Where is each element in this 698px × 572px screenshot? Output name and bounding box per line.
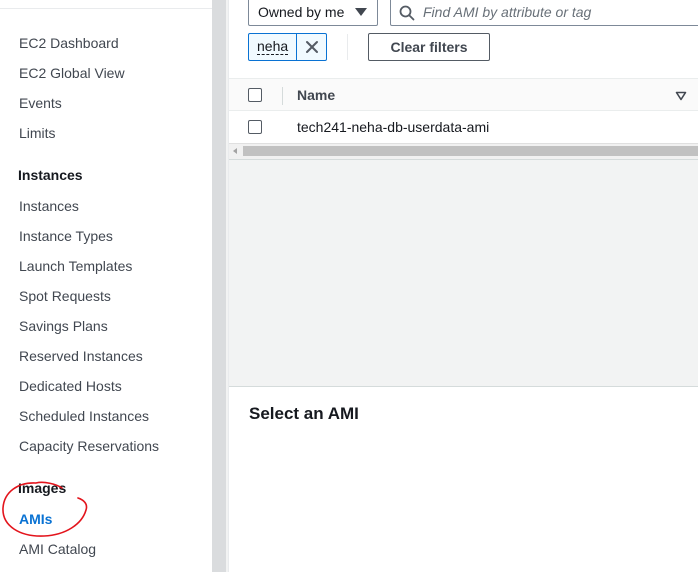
sidebar-item-savings-plans[interactable]: Savings Plans	[19, 318, 108, 334]
row-select-checkbox[interactable]	[248, 120, 262, 134]
sidebar-item-ec2-global-view[interactable]: EC2 Global View	[19, 65, 125, 81]
sidebar-item-limits[interactable]: Limits	[19, 125, 56, 141]
details-split-border[interactable]	[229, 386, 698, 387]
sidebar-item-instances[interactable]: Instances	[19, 198, 79, 214]
sidebar-item-instance-types[interactable]: Instance Types	[19, 228, 113, 244]
sidebar-item-scheduled-instances[interactable]: Scheduled Instances	[19, 408, 149, 424]
sidebar-item-dedicated-hosts[interactable]: Dedicated Hosts	[19, 378, 122, 394]
sidebar-splitter[interactable]	[212, 0, 228, 572]
sidebar-item-capacity-reservations[interactable]: Capacity Reservations	[19, 438, 159, 454]
close-icon	[306, 41, 318, 53]
sidebar-nav: EC2 Dashboard EC2 Global View Events Lim…	[0, 0, 212, 572]
table-header: Name	[229, 79, 698, 111]
owner-filter-select[interactable]: Owned by me	[248, 0, 378, 26]
table-row[interactable]: tech241-neha-db-userdata-ami	[229, 111, 698, 143]
column-header-name[interactable]: Name	[297, 87, 335, 103]
sidebar-section-instances-heading: Instances	[18, 167, 83, 183]
sidebar-item-launch-templates[interactable]: Launch Templates	[19, 258, 132, 274]
sidebar-item-reserved-instances[interactable]: Reserved Instances	[19, 348, 143, 364]
caret-down-icon	[355, 8, 367, 16]
sidebar-item-ec2-dashboard[interactable]: EC2 Dashboard	[19, 35, 119, 51]
owner-filter-value: Owned by me	[258, 4, 345, 20]
filter-token-dismiss-button[interactable]	[297, 34, 327, 60]
red-annotation-circle	[2, 481, 88, 537]
filter-token: neha	[248, 33, 327, 61]
search-icon	[399, 5, 415, 24]
sidebar-item-events[interactable]: Events	[19, 95, 62, 111]
filter-token-label[interactable]: neha	[257, 39, 289, 55]
splitter-bar	[212, 0, 226, 572]
scroll-left-arrow-icon[interactable]	[233, 148, 237, 154]
ami-name-cell: tech241-neha-db-userdata-ami	[297, 119, 490, 135]
sidebar-top-divider	[0, 8, 212, 9]
ami-search-input[interactable]	[423, 2, 693, 22]
table-empty-area	[229, 159, 698, 386]
filter-separator	[347, 34, 348, 60]
ami-search-box[interactable]	[390, 0, 698, 26]
sidebar-item-spot-requests[interactable]: Spot Requests	[19, 288, 111, 304]
details-panel-title: Select an AMI	[249, 404, 359, 423]
scrollbar-thumb[interactable]	[243, 146, 698, 156]
ami-list-panel: Owned by me neha Clear filters Name	[228, 0, 698, 572]
clear-filters-button[interactable]: Clear filters	[368, 33, 490, 61]
column-divider	[282, 87, 283, 105]
horizontal-scrollbar[interactable]	[229, 143, 698, 159]
sort-down-icon[interactable]	[675, 91, 687, 101]
select-all-checkbox[interactable]	[248, 88, 262, 102]
scrollbar-track-line	[229, 143, 698, 144]
